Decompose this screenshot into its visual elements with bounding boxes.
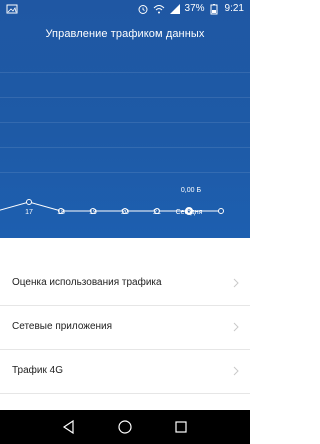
clock-time: 9:21	[224, 3, 244, 14]
settings-list: Оценка использования трафика Сетевые при…	[0, 262, 250, 394]
chart-gridline	[0, 97, 250, 98]
home-icon[interactable]	[117, 419, 133, 435]
signal-icon	[169, 4, 180, 14]
chart-gridline	[0, 122, 250, 123]
back-icon[interactable]	[61, 419, 77, 435]
list-item-label: Трафик 4G	[12, 365, 63, 376]
recents-icon[interactable]	[173, 419, 189, 435]
list-item-traffic-estimate[interactable]: Оценка использования трафика	[0, 262, 250, 306]
wifi-icon	[153, 5, 164, 14]
data-point[interactable]	[218, 208, 224, 214]
status-bar: 37% 9:21	[0, 0, 250, 18]
x-tick-label: 17	[25, 209, 33, 216]
x-tick-label: 19	[89, 209, 97, 216]
system-nav-bar	[0, 410, 250, 444]
chart-gridline	[0, 72, 250, 73]
list-item-4g-traffic[interactable]: Трафик 4G	[0, 350, 250, 394]
image-icon	[6, 4, 18, 14]
chevron-right-icon	[233, 366, 239, 376]
battery-icon	[210, 4, 218, 15]
battery-percent: 37%	[184, 3, 205, 14]
selected-value-label: 0,00 Б	[180, 187, 202, 194]
alarm-icon	[138, 5, 148, 14]
traffic-header: 37% 9:21 Управление трафиком данных 0,00…	[0, 0, 250, 238]
x-tick-label: 21	[153, 209, 161, 216]
list-item-label: Сетевые приложения	[12, 321, 113, 332]
chart-gridline	[0, 172, 250, 173]
chevron-right-icon	[233, 278, 239, 288]
chart-gridline	[0, 147, 250, 148]
chevron-right-icon	[233, 322, 239, 332]
page-title: Управление трафиком данных	[45, 28, 205, 40]
list-item-label: Оценка использования трафика	[12, 277, 162, 288]
list-item-network-apps[interactable]: Сетевые приложения	[0, 306, 250, 350]
x-tick-label: 18	[57, 209, 65, 216]
x-tick-label: Сегодня	[175, 209, 203, 216]
data-point[interactable]	[26, 199, 32, 205]
x-tick-label: 20	[121, 209, 129, 216]
